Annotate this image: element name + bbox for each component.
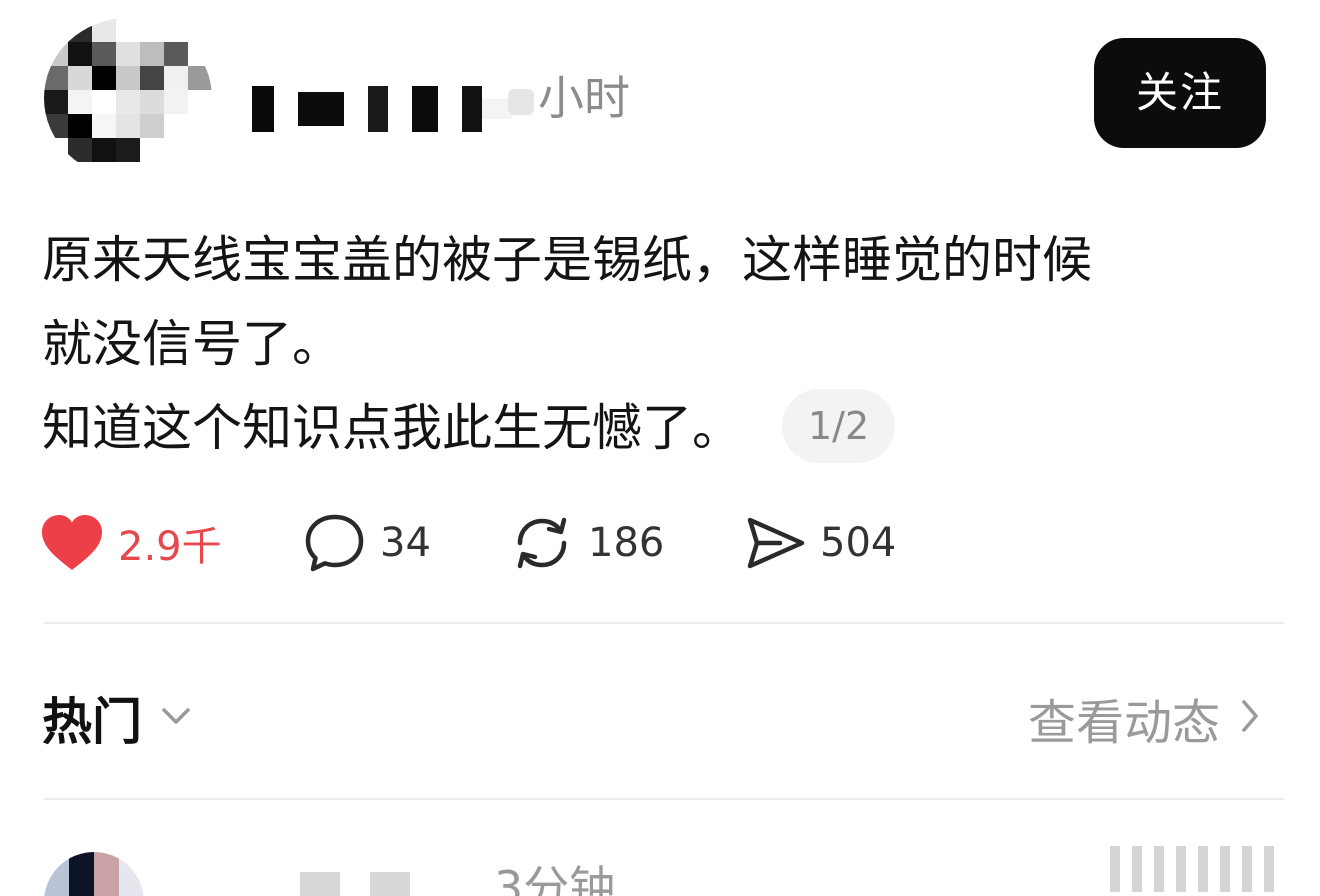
heart-icon [40, 514, 104, 572]
blurred-time-prefix [508, 88, 534, 115]
comment-button[interactable]: 34 [304, 505, 431, 581]
avatar[interactable] [44, 18, 212, 178]
comment-bubble-icon [304, 512, 366, 574]
action-bar: 2.9千 34 186 504 [40, 505, 1280, 581]
comment-username[interactable] [300, 872, 410, 896]
share-send-icon [744, 512, 806, 574]
chevron-right-icon [1240, 698, 1260, 738]
divider [44, 798, 1284, 800]
repost-button[interactable]: 186 [510, 505, 664, 581]
comment-avatar[interactable] [44, 852, 144, 896]
like-count: 2.9千 [118, 524, 222, 570]
like-button[interactable]: 2.9千 [40, 505, 222, 581]
sort-label: 热门 [42, 693, 142, 751]
share-button[interactable]: 504 [744, 505, 896, 581]
comment-like-button[interactable] [1110, 846, 1320, 896]
post-time: 小时 [508, 66, 630, 130]
post-time-text: 小时 [538, 71, 630, 125]
post-detail-page: 小时 关注 原来天线宝宝盖的被子是锡纸，这样睡觉的时候 就没信号了。 知道这个知… [0, 0, 1320, 896]
divider [44, 622, 1284, 624]
username[interactable] [252, 84, 512, 134]
image-page-indicator[interactable]: 1/2 [782, 388, 896, 463]
comment-time: 3分钟 [494, 861, 616, 896]
sort-dropdown[interactable]: 热门 [42, 680, 194, 756]
view-activity-label: 查看动态 [1027, 695, 1220, 751]
comment-count: 34 [380, 520, 431, 566]
view-activity-link[interactable]: 查看动态 [1028, 680, 1260, 756]
repost-icon [510, 512, 574, 574]
post-content-line-text: 知道这个知识点我此生无憾了。 [42, 399, 742, 457]
chevron-down-icon [158, 704, 194, 732]
share-count: 504 [820, 520, 897, 566]
repost-count: 186 [588, 520, 665, 566]
post-content: 原来天线宝宝盖的被子是锡纸，这样睡觉的时候 就没信号了。 知道这个知识点我此生无… [42, 218, 1272, 470]
post-content-line: 就没信号了。 [42, 315, 342, 373]
post-content-line: 原来天线宝宝盖的被子是锡纸，这样睡觉的时候 [42, 231, 1092, 289]
follow-button[interactable]: 关注 [1094, 38, 1266, 148]
post-content-line: 知道这个知识点我此生无憾了。 1/2 [42, 386, 1272, 470]
